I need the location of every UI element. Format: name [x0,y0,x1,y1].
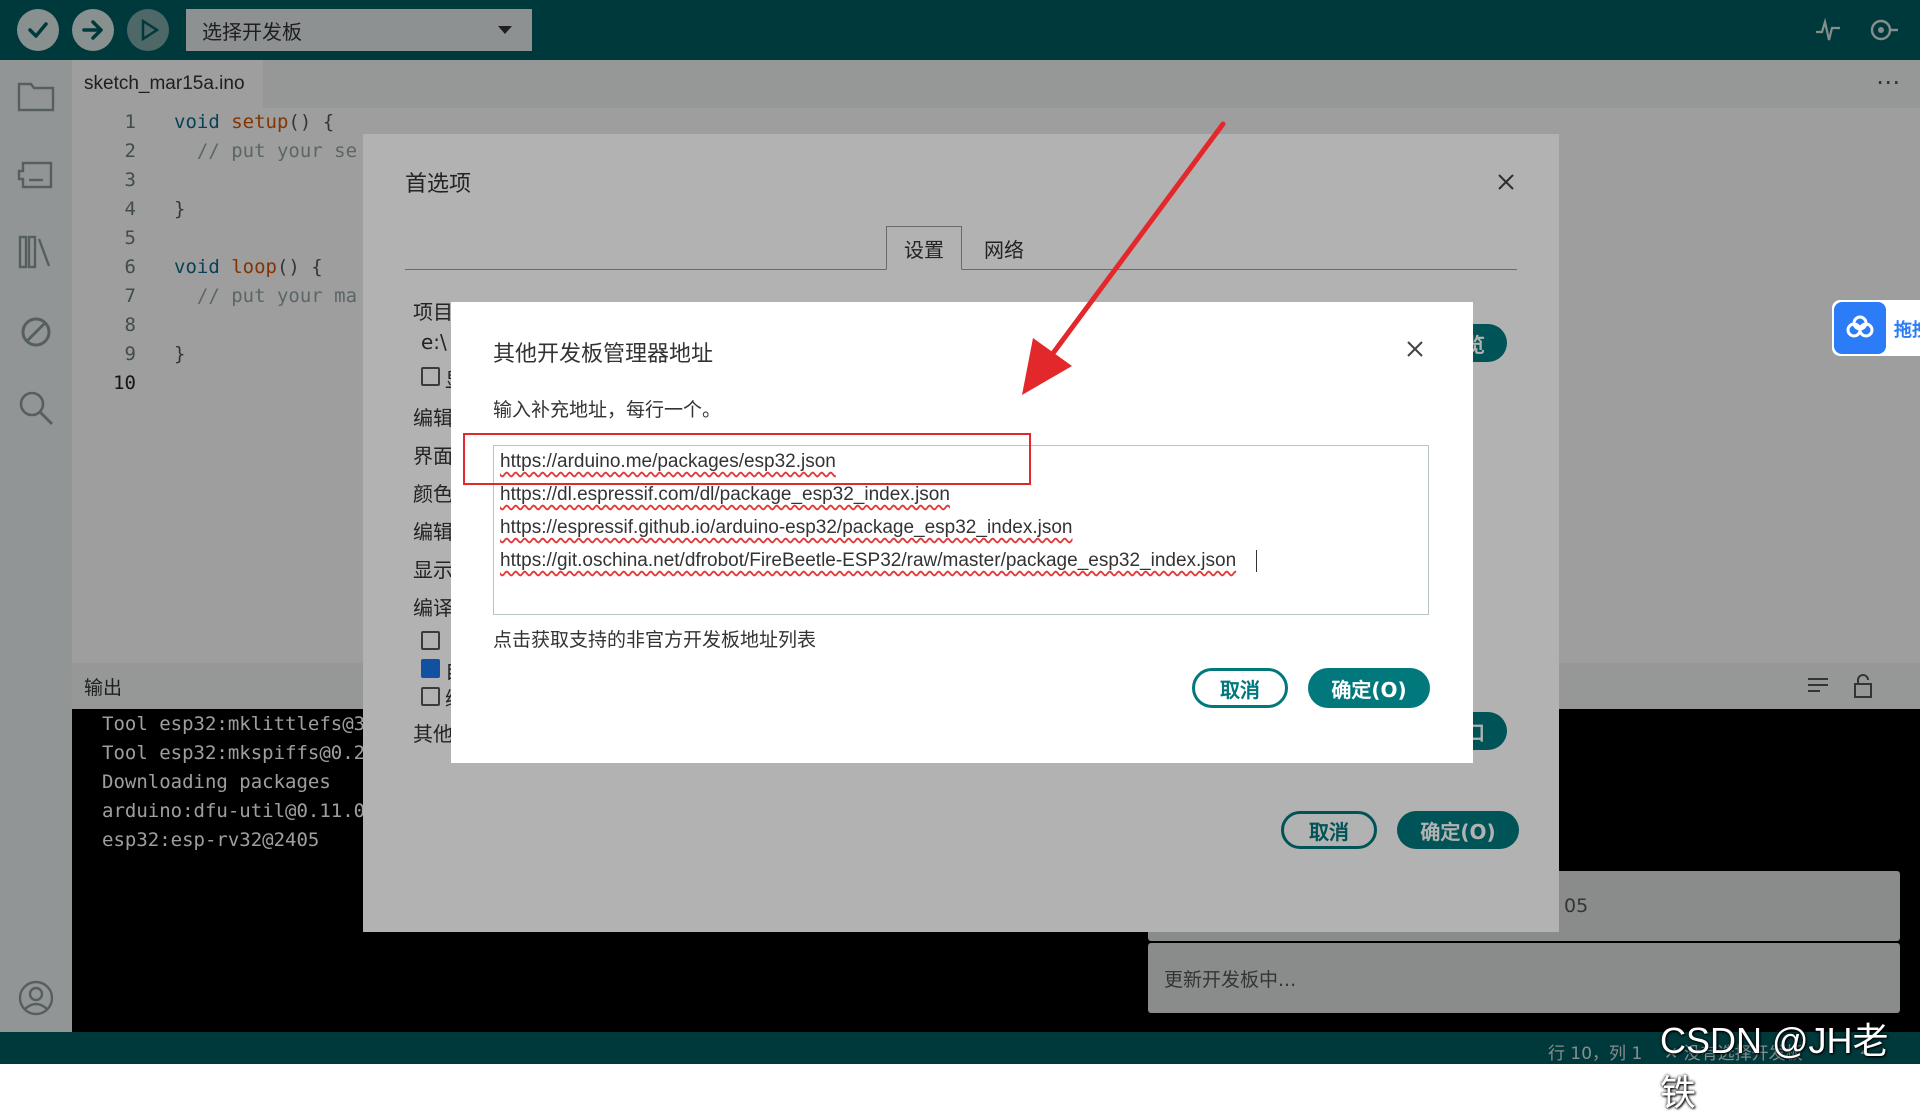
dialog-title: 其他开发板管理器地址 [493,342,714,367]
text-cursor [1256,550,1257,572]
baidu-drag-widget[interactable]: 拖拽 [1832,300,1920,356]
close-icon[interactable] [1406,340,1424,358]
baidu-widget-label: 拖拽 [1894,320,1920,341]
watermark: CSDN @JH老铁 [1660,1020,1889,1113]
url-line: https://git.oschina.net/dfrobot/FireBeet… [500,550,1237,571]
url-line: https://espressif.github.io/arduino-esp3… [500,517,1073,538]
unofficial-urls-link[interactable]: 点击获取支持的非官方开发板地址列表 [493,625,816,652]
annotation-arrow-icon [1022,121,1226,395]
ok-button[interactable]: 确定(O) [1308,668,1430,708]
cloud-icon [1834,302,1886,354]
dialog-instruction: 输入补充地址，每行一个。 [493,399,722,421]
url-line: https://dl.espressif.com/dl/package_esp3… [500,484,950,505]
additional-urls-dialog: 其他开发板管理器地址 输入补充地址，每行一个。 https://arduino.… [451,302,1473,763]
annotation-highlight-box [463,433,1031,485]
cancel-button[interactable]: 取消 [1192,668,1288,708]
